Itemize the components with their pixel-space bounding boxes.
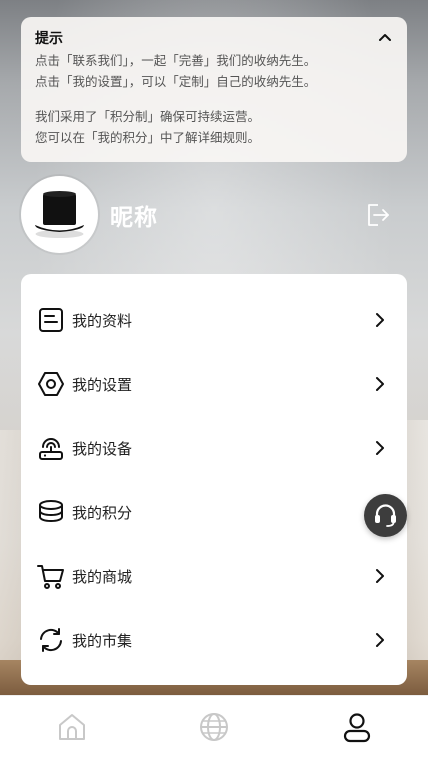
menu-item-label: 我的商城	[72, 568, 133, 586]
home-icon[interactable]	[56, 711, 88, 743]
menu-item-label: 我的设备	[72, 440, 133, 458]
headset-icon	[375, 504, 396, 527]
coin-stack-icon	[39, 500, 63, 523]
menu-card: 我的资料 我的设置 我的设备 我的积分 我的商城 我的市集	[21, 274, 407, 685]
support-button[interactable]	[364, 494, 407, 537]
chevron-right-icon	[376, 377, 384, 391]
menu-item-shop[interactable]: 我的商城	[21, 544, 407, 608]
profile-row: 昵称	[21, 176, 407, 254]
exchange-icon	[40, 628, 62, 652]
hex-settings-icon	[38, 372, 64, 396]
chevron-right-icon	[376, 633, 384, 647]
tab-bar	[0, 695, 428, 761]
menu-item-devices[interactable]: 我的设备	[21, 416, 407, 480]
avatar[interactable]	[21, 176, 98, 253]
top-hat-icon	[35, 191, 84, 238]
device-icon	[39, 438, 63, 460]
menu-item-label: 我的市集	[72, 632, 133, 650]
notice-line: 点击「我的设置」，可以「定制」自己的收纳先生。	[35, 74, 317, 89]
notice-card: 提示 点击「联系我们」，一起「完善」我们的收纳先生。 点击「我的设置」，可以「定…	[21, 17, 407, 162]
menu-item-profile[interactable]: 我的资料	[21, 288, 407, 352]
logout-icon[interactable]	[365, 202, 391, 228]
chevron-right-icon	[376, 569, 384, 583]
notice-line: 您可以在「我的积分」中了解详细规则。	[35, 130, 261, 145]
globe-icon[interactable]	[198, 711, 230, 743]
notice-spacer	[35, 92, 393, 106]
chevron-up-icon[interactable]	[377, 29, 393, 45]
profile-card-icon	[39, 308, 63, 332]
chevron-right-icon	[376, 441, 384, 455]
menu-item-label: 我的设置	[72, 376, 133, 394]
menu-item-label: 我的积分	[72, 504, 133, 522]
notice-line: 点击「联系我们」，一起「完善」我们的收纳先生。	[35, 53, 317, 68]
nickname[interactable]: 昵称	[110, 198, 158, 232]
menu-item-market[interactable]: 我的市集	[21, 608, 407, 672]
notice-body: 点击「联系我们」，一起「完善」我们的收纳先生。 点击「我的设置」，可以「定制」自…	[35, 50, 393, 148]
menu-item-points[interactable]: 我的积分	[21, 480, 407, 544]
notice-title: 提示	[35, 31, 63, 47]
chevron-right-icon	[376, 313, 384, 327]
user-icon[interactable]	[341, 711, 373, 743]
menu-item-label: 我的资料	[72, 312, 133, 330]
cart-icon	[37, 565, 64, 589]
notice-line: 我们采用了「积分制」确保可持续运营。	[35, 109, 261, 124]
menu-item-settings[interactable]: 我的设置	[21, 352, 407, 416]
